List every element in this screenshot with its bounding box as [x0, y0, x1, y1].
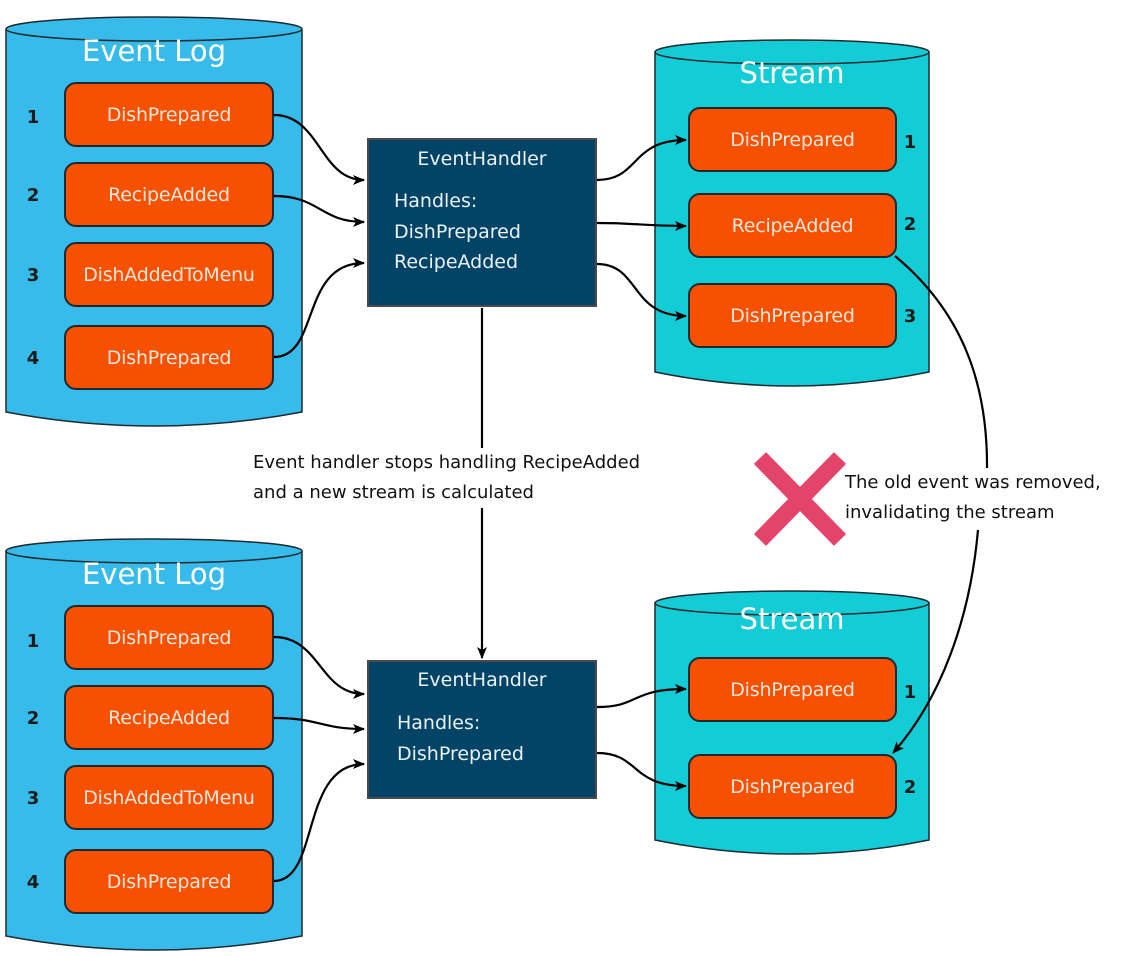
top-stream-event-3[interactable]: DishPrepared: [688, 283, 897, 348]
top-stream-event-2[interactable]: RecipeAdded: [688, 193, 897, 258]
diagram-canvas: Event Log 1 DishPrepared 2 RecipeAdded 3…: [0, 0, 1122, 956]
bottom-log-event-4[interactable]: DishPrepared: [64, 849, 274, 914]
handled-event-1: DishPrepared: [394, 221, 521, 243]
bottom-stream-title: Stream: [739, 602, 845, 636]
top-log-index-3: 3: [26, 265, 40, 286]
bottom-stream-event-1[interactable]: DishPrepared: [688, 657, 897, 722]
invalidation-note-line-2: invalidating the stream: [845, 502, 1055, 523]
handles-label: Handles:: [394, 190, 478, 212]
handles-label: Handles:: [397, 712, 481, 734]
bottom-event-log-title: Event Log: [81, 557, 227, 591]
top-log-index-2: 2: [26, 185, 40, 206]
top-event-handler[interactable]: EventHandler Handles: DishPrepared Recip…: [367, 138, 597, 307]
bottom-log-event-1[interactable]: DishPrepared: [64, 605, 274, 670]
top-log-event-4[interactable]: DishPrepared: [64, 325, 274, 390]
bottom-log-index-3: 3: [26, 788, 40, 809]
bottom-log-index-1: 1: [26, 631, 40, 652]
top-event-log-title: Event Log: [81, 34, 227, 68]
invalidation-note-line-1: The old event was removed,: [845, 472, 1101, 493]
x-mark-icon: [753, 452, 847, 546]
top-log-event-2[interactable]: RecipeAdded: [64, 162, 274, 227]
bottom-log-event-2[interactable]: RecipeAdded: [64, 685, 274, 750]
top-stream-index-1: 1: [903, 132, 917, 153]
handler-title: EventHandler: [417, 669, 547, 691]
bottom-log-event-3[interactable]: DishAddedToMenu: [64, 765, 274, 830]
top-log-index-1: 1: [26, 107, 40, 128]
bottom-log-index-2: 2: [26, 708, 40, 729]
bottom-stream-event-2[interactable]: DishPrepared: [688, 754, 897, 819]
top-log-event-1[interactable]: DishPrepared: [64, 82, 274, 147]
bottom-event-handler[interactable]: EventHandler Handles: DishPrepared: [367, 660, 597, 799]
transition-note: Event handler stops handling RecipeAdded…: [253, 448, 641, 508]
handled-event-2: RecipeAdded: [394, 251, 519, 273]
top-stream-title: Stream: [739, 56, 845, 90]
top-log-event-3[interactable]: DishAddedToMenu: [64, 242, 274, 307]
bottom-log-index-4: 4: [26, 872, 40, 893]
bottom-stream-index-2: 2: [903, 777, 917, 798]
handled-event-1: DishPrepared: [397, 743, 524, 765]
transition-note-line-1: Event handler stops handling RecipeAdded: [253, 452, 641, 473]
top-stream-index-3: 3: [903, 306, 917, 327]
bottom-stream-index-1: 1: [903, 682, 917, 703]
top-stream-index-2: 2: [903, 214, 917, 235]
top-log-index-4: 4: [26, 348, 40, 369]
top-stream-event-1[interactable]: DishPrepared: [688, 107, 897, 172]
handler-title: EventHandler: [417, 148, 547, 170]
invalidation-note: The old event was removed, invalidating …: [845, 468, 1101, 528]
transition-note-line-2: and a new stream is calculated: [253, 482, 534, 503]
